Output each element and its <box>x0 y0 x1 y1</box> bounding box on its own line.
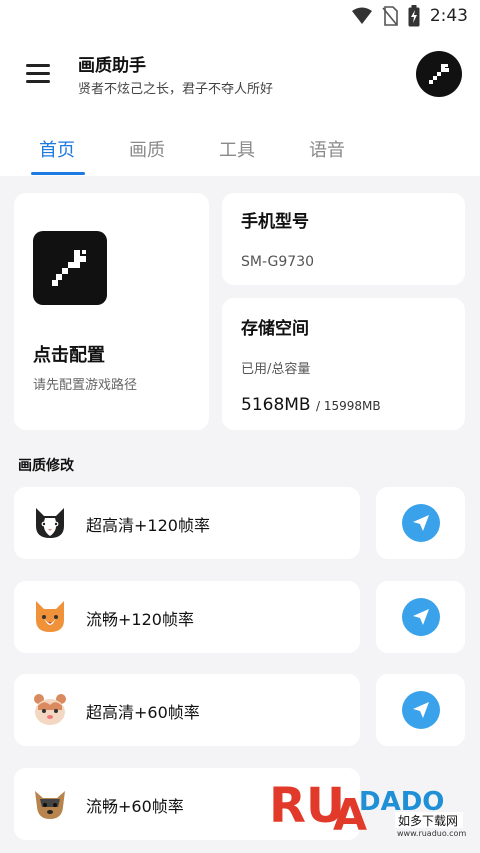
yorkie-dog-icon <box>35 791 65 819</box>
phone-model-value: SM-G9730 <box>241 254 315 270</box>
storage-used: 5168MB <box>241 395 311 415</box>
section-title: 画质修改 <box>18 458 74 474</box>
send-button-3[interactable] <box>376 674 465 746</box>
hamster-icon <box>34 694 66 725</box>
battery-charging-icon <box>408 5 420 27</box>
paper-plane-icon <box>402 598 440 636</box>
watermark-logo: RU A DADO 如多下载网 www.ruaduo.com <box>267 770 467 841</box>
app-title: 画质助手 <box>78 56 146 76</box>
tab-bar: 首页 画质 工具 语音 <box>0 120 480 176</box>
send-button-1[interactable] <box>376 487 465 559</box>
send-button-2[interactable] <box>376 581 465 653</box>
tab-active-indicator <box>31 172 85 175</box>
phone-model-card: 手机型号 SM-G9730 <box>222 193 465 285</box>
status-time: 2:43 <box>429 6 468 26</box>
config-subtitle: 请先配置游戏路径 <box>33 378 138 393</box>
mod-item-1[interactable]: 超高清+120帧率 <box>14 487 360 559</box>
paper-plane-icon <box>402 504 440 542</box>
black-white-cat-icon <box>36 508 64 538</box>
status-bar: 2:43 <box>0 0 480 34</box>
tab-tools[interactable]: 工具 <box>219 136 255 162</box>
mod-item-2[interactable]: 流畅+120帧率 <box>14 581 360 653</box>
storage-card: 存储空间 已用/总容量 5168MB / 15998MB <box>222 298 465 430</box>
tab-quality[interactable]: 画质 <box>129 136 165 162</box>
mod-label: 超高清+120帧率 <box>86 516 210 535</box>
storage-label: 已用/总容量 <box>241 362 311 377</box>
mod-label: 超高清+60帧率 <box>86 703 200 722</box>
orange-cat-icon <box>36 601 64 632</box>
app-header: 画质助手 贤者不炫己之长，君子不夺人所好 <box>0 34 480 120</box>
tab-voice[interactable]: 语音 <box>309 136 345 162</box>
wifi-icon <box>351 7 372 24</box>
no-sim-icon <box>382 6 398 26</box>
tab-home[interactable]: 首页 <box>39 136 75 162</box>
hamburger-menu-icon[interactable] <box>26 64 50 84</box>
config-card[interactable]: 点击配置 请先配置游戏路径 <box>14 193 209 430</box>
mod-item-3[interactable]: 超高清+60帧率 <box>14 674 360 746</box>
wrench-icon <box>429 64 449 84</box>
settings-avatar-button[interactable] <box>416 51 462 97</box>
phone-model-title: 手机型号 <box>241 212 309 232</box>
svg-text:www.ruaduo.com: www.ruaduo.com <box>397 829 466 838</box>
config-title: 点击配置 <box>33 345 105 366</box>
storage-total: / 15998MB <box>316 399 381 413</box>
pixel-wrench-icon <box>33 231 107 305</box>
storage-title: 存储空间 <box>241 319 309 339</box>
status-icons: 2:43 <box>351 5 468 27</box>
app-subtitle: 贤者不炫己之长，君子不夺人所好 <box>78 82 274 97</box>
paper-plane-icon <box>402 691 440 729</box>
mod-label: 流畅+60帧率 <box>86 797 184 816</box>
mod-label: 流畅+120帧率 <box>86 610 194 629</box>
storage-values: 5168MB / 15998MB <box>241 395 381 415</box>
svg-text:如多下载网: 如多下载网 <box>398 813 458 828</box>
